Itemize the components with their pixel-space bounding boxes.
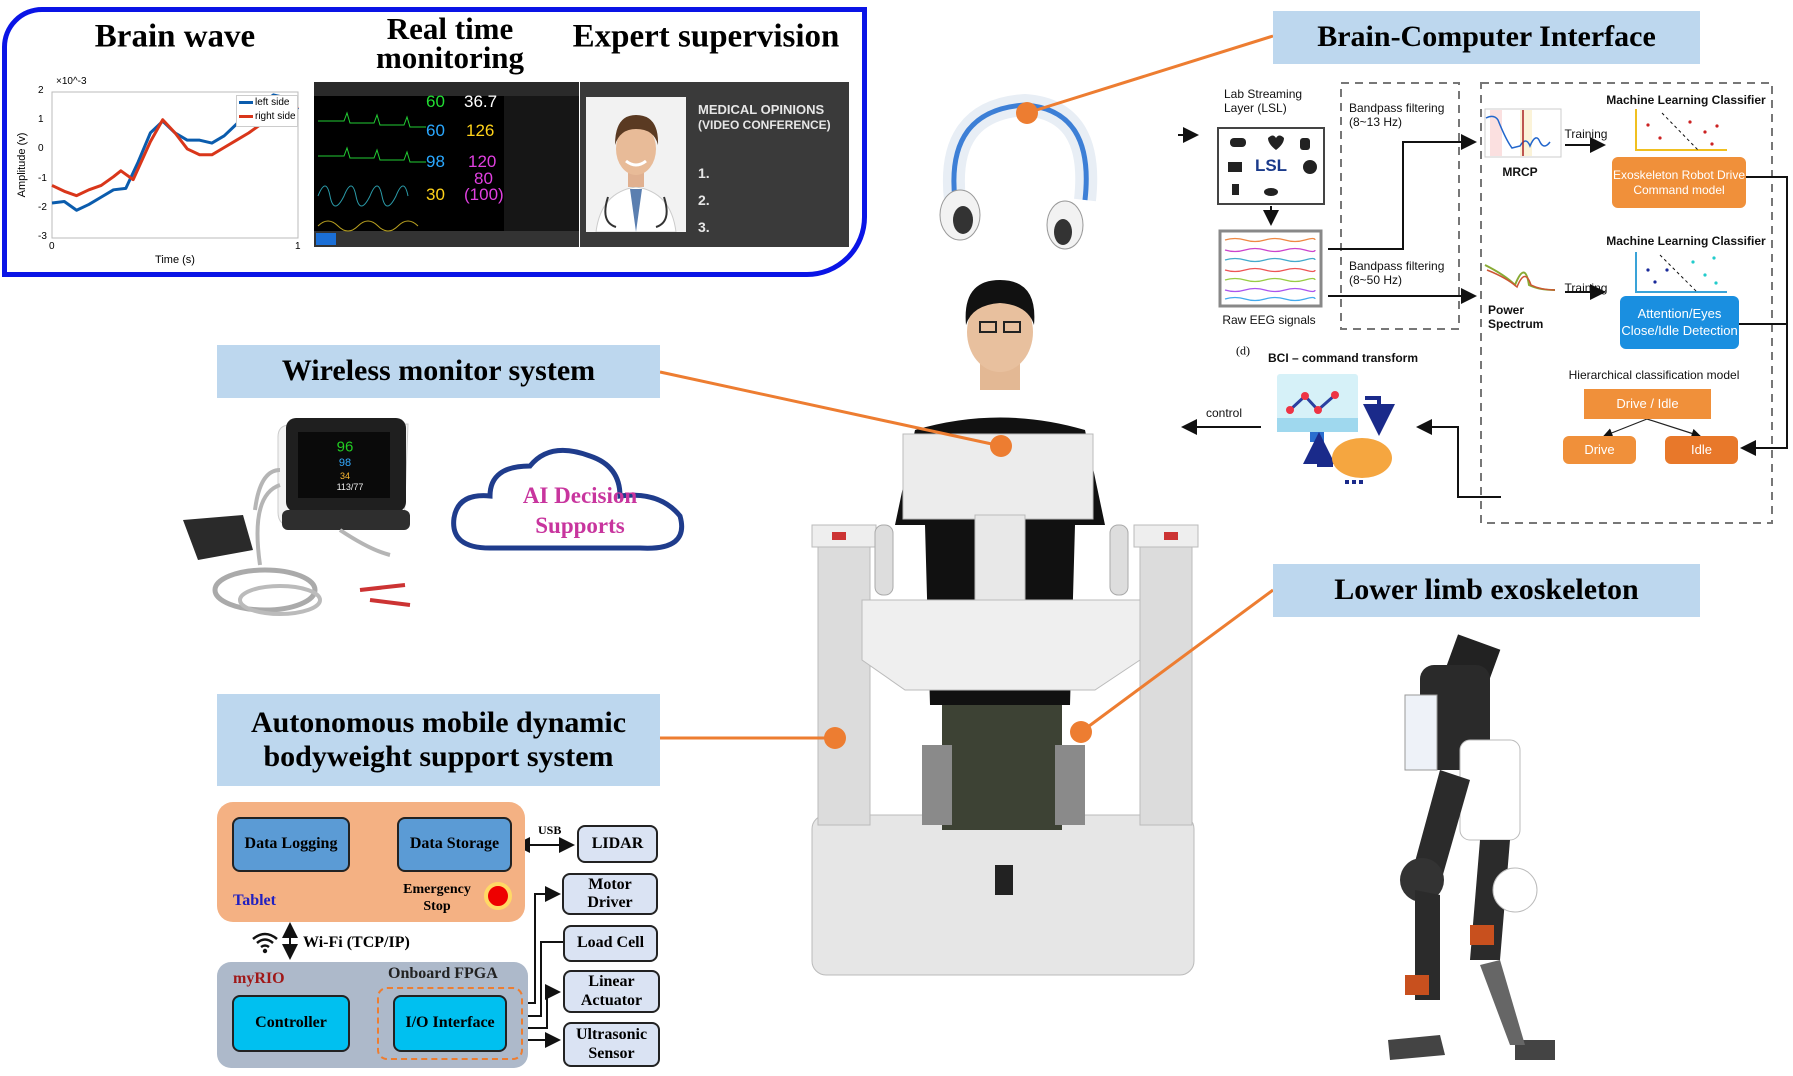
brain-icon [1332,438,1392,478]
device-value-resp: 34 [339,471,351,481]
lsl-label: Lab Streaming Layer (LSL) [1224,87,1303,116]
usb-label: USB [538,823,562,837]
myrio-label: myRIO [233,970,285,987]
wifi-icon [252,932,278,954]
data-storage-block: Data Storage [397,817,512,872]
emergency-stop-label: Emergency Stop [403,882,471,914]
exoskeleton-title: Lower limb exoskeleton [1273,564,1700,617]
ai-decision-text: AI Decision Supports [522,483,638,538]
ml-classifier-label-2: Machine Learning Classifier [1606,233,1766,248]
bodyweight-support-robot-image [811,280,1199,976]
lsl-logo: LSL [1254,156,1288,175]
io-interface-block: I/O Interface [393,995,507,1052]
fpga-label: Onboard FPGA [388,965,498,982]
motor-driver-block: Motor Driver [562,873,658,915]
lidar-block: LIDAR [577,825,658,863]
ml-classifier-label-1: Machine Learning Classifier [1606,92,1766,107]
controller-block: Controller [232,995,350,1052]
load-cell-block: Load Cell [563,925,658,962]
mrcp-label: MRCP [1502,164,1538,179]
training-label-2: Training [1564,280,1608,295]
device-value-hr: 96 [336,438,354,456]
panel-letter: (d) [1236,343,1250,358]
bandpass-filter-2: Bandpass filtering (8~50 Hz) [1349,259,1445,288]
tablet-label: Tablet [233,892,276,909]
bci-title: Brain-Computer Interface [1273,11,1700,64]
linear-actuator-block: Linear Actuator [563,970,660,1013]
emergency-stop-button-icon [484,882,512,910]
device-value-bp: 113/77 [336,482,364,492]
exo-drive-model-box: Exoskeleton Robot Drive Command model [1612,157,1746,208]
control-label: control [1205,405,1243,420]
drive-box: Drive [1563,436,1636,464]
patient-monitor-device-image [183,418,411,616]
wireless-title: Wireless monitor system [217,345,660,398]
bws-title: Autonomous mobile dynamic bodyweight sup… [217,694,660,786]
idle-box: Idle [1665,436,1738,464]
power-spectrum-label: Power Spectrum [1488,303,1544,332]
eeg-headset-image [939,93,1098,250]
computer-chart-icon [1277,374,1358,442]
bandpass-filter-1: Bandpass filtering (8~13 Hz) [1349,101,1445,130]
attention-detection-box: Attention/Eyes Close/Idle Detection [1620,296,1739,349]
raw-eeg-label: Raw EEG signals [1222,312,1316,327]
wifi-label: Wi-Fi (TCP/IP) [303,934,410,951]
device-value-spo2: 98 [338,457,352,469]
ultrasonic-sensor-block: Ultrasonic Sensor [563,1022,660,1067]
data-logging-block: Data Logging [232,817,350,872]
lower-limb-exoskeleton-image [1388,634,1555,1060]
drive-idle-box: Drive / Idle [1584,389,1711,419]
command-transform-label: BCI – command transform [1267,350,1419,365]
training-label-1: Training [1564,126,1608,141]
hierarchical-label: Hierarchical classification model [1568,367,1740,382]
